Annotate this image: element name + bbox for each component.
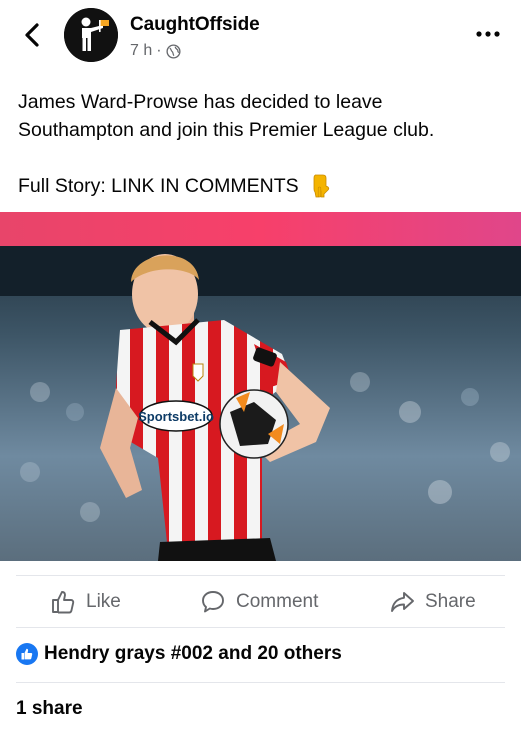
comment-icon	[202, 591, 224, 613]
like-button[interactable]: Like	[50, 578, 121, 626]
comment-button[interactable]: Comment	[200, 578, 318, 626]
full-story-text: Full Story: LINK IN COMMENTS	[18, 175, 299, 197]
chevron-left-icon[interactable]	[20, 20, 46, 50]
shirt-sponsor: Sportsbet.io	[138, 409, 214, 424]
meta-separator: ·	[156, 42, 162, 59]
post-actions: Like Comment Share	[0, 578, 521, 626]
like-label: Like	[86, 591, 121, 612]
shares-count[interactable]: 1 share	[16, 698, 83, 720]
reactions-summary[interactable]: Hendry grays #002 and 20 others	[16, 643, 342, 665]
comment-label: Comment	[236, 591, 319, 612]
more-horizontal-icon[interactable]	[474, 24, 502, 44]
share-arrow-icon	[391, 592, 414, 612]
post-meta: 7 h ·	[130, 42, 181, 60]
share-button[interactable]: Share	[389, 578, 476, 626]
full-story-line: Full Story: LINK IN COMMENTS	[18, 172, 331, 200]
post-text: James Ward-Prowse has decided to leave S…	[18, 88, 508, 144]
post-photo[interactable]: Sportsbet.io	[0, 212, 521, 561]
share-label: Share	[425, 591, 476, 612]
divider	[16, 682, 505, 683]
reactions-text: Hendry grays #002 and 20 others	[44, 643, 342, 664]
footballer-photo: Sportsbet.io	[0, 212, 521, 561]
divider	[16, 575, 505, 576]
post-header: CaughtOffside 7 h ·	[0, 0, 521, 78]
page-avatar[interactable]	[64, 8, 118, 62]
post-time[interactable]: 7 h	[130, 42, 152, 60]
globe-icon	[166, 43, 181, 59]
page-name[interactable]: CaughtOffside	[130, 14, 260, 36]
post-text-line: James Ward-Prowse has decided to leave	[18, 91, 383, 113]
like-reaction-icon	[16, 643, 38, 665]
thumbs-up-icon	[52, 591, 75, 614]
pointing-down-emoji-icon	[313, 174, 329, 198]
divider	[16, 627, 505, 628]
post-text-line: Southampton and join this Premier League…	[18, 119, 435, 141]
referee-flag-icon	[64, 8, 118, 62]
